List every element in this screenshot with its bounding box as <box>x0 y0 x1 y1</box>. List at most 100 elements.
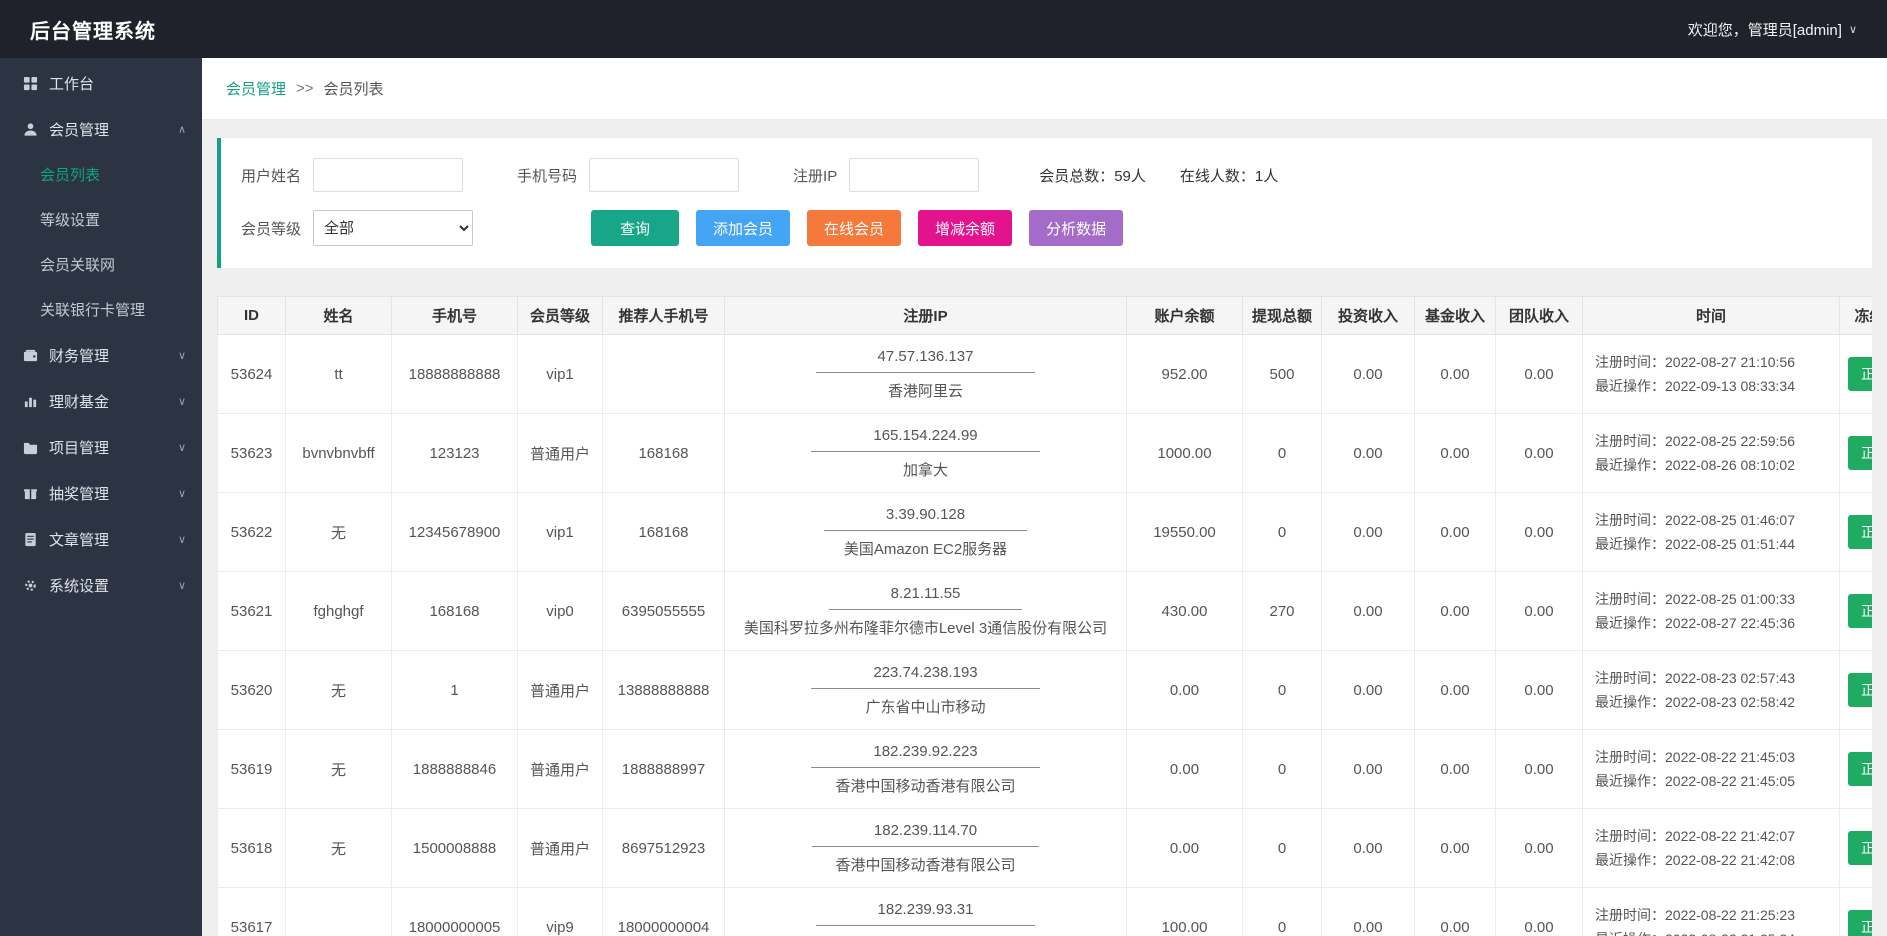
last-operation-time: 最近操作：2022-09-13 08:33:34 <box>1595 374 1831 399</box>
status-button[interactable]: 正常 <box>1848 436 1872 470</box>
ip-input[interactable] <box>849 158 979 192</box>
sidebar-item-label: 抽奖管理 <box>49 483 109 504</box>
name-cell: tt <box>286 335 392 414</box>
name-cell <box>286 888 392 936</box>
referrer-cell: 168168 <box>603 414 725 493</box>
withdraw-total-cell: 270 <box>1243 572 1322 651</box>
sidebar-item-level-settings[interactable]: 等级设置 <box>0 197 202 242</box>
column-header: 注册IP <box>725 297 1127 335</box>
table-row: 53621fghghgf168168vip063950555558.21.11.… <box>218 572 1873 651</box>
id-cell: 53624 <box>218 335 286 414</box>
online-members-button[interactable]: 在线会员 <box>807 210 901 246</box>
sidebar-item-member-management[interactable]: 会员管理∧ <box>0 106 202 152</box>
analyze-data-button[interactable]: 分析数据 <box>1029 210 1123 246</box>
adjust-balance-button[interactable]: 增减余额 <box>918 210 1012 246</box>
balance-cell: 19550.00 <box>1127 493 1243 572</box>
last-operation-time: 最近操作：2022-08-23 02:58:42 <box>1595 690 1831 715</box>
sidebar-item-member-network[interactable]: 会员关联网 <box>0 242 202 287</box>
level-cell: vip9 <box>518 888 603 936</box>
table-header-row: ID姓名手机号会员等级推荐人手机号注册IP账户余额提现总额投资收入基金收入团队收… <box>218 297 1873 335</box>
article-icon <box>22 532 38 547</box>
sidebar-item-member-list[interactable]: 会员列表 <box>0 152 202 197</box>
add-member-button[interactable]: 添加会员 <box>696 210 790 246</box>
level-cell: 普通用户 <box>518 809 603 888</box>
sidebar-item-article-management[interactable]: 文章管理∨ <box>0 516 202 562</box>
column-header: 会员等级 <box>518 297 603 335</box>
table-row: 5361718000000005vip918000000004182.239.9… <box>218 888 1873 936</box>
project-icon <box>22 440 38 455</box>
chevron-down-icon: ∨ <box>1849 23 1857 36</box>
chevron-up-icon: ∧ <box>178 123 186 136</box>
ip-address: 223.74.238.193 <box>811 664 1039 689</box>
status-cell: 正常 <box>1840 809 1873 888</box>
sidebar-item-wealth-funds[interactable]: 理财基金∨ <box>0 378 202 424</box>
app-title: 后台管理系统 <box>30 15 156 44</box>
register-time: 注册时间：2022-08-22 21:25:23 <box>1595 903 1831 928</box>
referrer-cell: 13888888888 <box>603 651 725 730</box>
table-row: 53618无1500008888普通用户8697512923182.239.11… <box>218 809 1873 888</box>
last-operation-time: 最近操作：2022-08-22 21:25:24 <box>1595 927 1831 936</box>
username-input[interactable] <box>313 158 463 192</box>
online-count-stat: 在线人数：1人 <box>1180 165 1278 186</box>
balance-cell: 100.00 <box>1127 888 1243 936</box>
sidebar-item-label: 系统设置 <box>49 575 109 596</box>
time-cell: 注册时间：2022-08-27 21:10:56最近操作：2022-09-13 … <box>1583 335 1840 414</box>
last-operation-time: 最近操作：2022-08-22 21:42:08 <box>1595 848 1831 873</box>
username-filter-group: 用户姓名 <box>241 158 463 192</box>
ip-address: 182.239.93.31 <box>816 901 1036 926</box>
referrer-cell: 8697512923 <box>603 809 725 888</box>
sidebar-item-finance-management[interactable]: 财务管理∨ <box>0 332 202 378</box>
ip-cell: 182.239.114.70香港中国移动香港有限公司 <box>725 809 1127 888</box>
column-header: 投资收入 <box>1322 297 1415 335</box>
column-header: 时间 <box>1583 297 1840 335</box>
team-income-cell: 0.00 <box>1496 809 1583 888</box>
name-cell: 无 <box>286 809 392 888</box>
ip-address: 165.154.224.99 <box>811 427 1039 452</box>
fund-income-cell: 0.00 <box>1415 572 1496 651</box>
search-button[interactable]: 查询 <box>591 210 679 246</box>
lottery-icon <box>22 486 38 501</box>
filter-panel: 用户姓名 手机号码 注册IP 会员总数：59人 在线人数：1人 <box>217 138 1872 268</box>
id-cell: 53618 <box>218 809 286 888</box>
sidebar-item-linked-bank-cards[interactable]: 关联银行卡管理 <box>0 287 202 332</box>
invest-income-cell: 0.00 <box>1322 888 1415 936</box>
table-row: 53622无12345678900vip11681683.39.90.128美国… <box>218 493 1873 572</box>
status-button[interactable]: 正常 <box>1848 515 1872 549</box>
ip-location: 广东省中山市移动 <box>733 696 1118 717</box>
name-cell: bvnvbnvbff <box>286 414 392 493</box>
phone-cell: 12345678900 <box>392 493 518 572</box>
sidebar-item-label: 文章管理 <box>49 529 109 550</box>
withdraw-total-cell: 0 <box>1243 809 1322 888</box>
phone-input[interactable] <box>589 158 739 192</box>
phone-cell: 1500008888 <box>392 809 518 888</box>
register-time: 注册时间：2022-08-25 22:59:56 <box>1595 429 1831 454</box>
user-menu[interactable]: 欢迎您，管理员[admin] ∨ <box>1688 19 1857 40</box>
status-button[interactable]: 正常 <box>1848 673 1872 707</box>
invest-income-cell: 0.00 <box>1322 572 1415 651</box>
sidebar-item-project-management[interactable]: 项目管理∨ <box>0 424 202 470</box>
level-filter-group: 会员等级 全部 <box>241 210 473 246</box>
status-button[interactable]: 正常 <box>1848 594 1872 628</box>
level-select[interactable]: 全部 <box>313 210 473 246</box>
finance-icon <box>22 348 38 363</box>
table-row: 53624tt18888888888vip147.57.136.137香港阿里云… <box>218 335 1873 414</box>
status-button[interactable]: 正常 <box>1848 910 1872 936</box>
id-cell: 53617 <box>218 888 286 936</box>
username-label: 用户姓名 <box>241 165 301 186</box>
sidebar-item-lottery-management[interactable]: 抽奖管理∨ <box>0 470 202 516</box>
status-button[interactable]: 正常 <box>1848 357 1872 391</box>
filter-row-actions: 会员等级 全部 查询添加会员在线会员增减余额分析数据 <box>241 210 1852 246</box>
balance-cell: 0.00 <box>1127 651 1243 730</box>
chevron-down-icon: ∨ <box>178 579 186 592</box>
balance-cell: 0.00 <box>1127 730 1243 809</box>
status-button[interactable]: 正常 <box>1848 831 1872 865</box>
id-cell: 53620 <box>218 651 286 730</box>
column-header: 冻结 <box>1840 297 1873 335</box>
workbench-icon <box>22 76 38 91</box>
sidebar-item-system-settings[interactable]: 系统设置 ∨ <box>0 562 202 608</box>
breadcrumb-parent[interactable]: 会员管理 <box>226 78 286 99</box>
table-row: 53619无1888888846普通用户1888888997182.239.92… <box>218 730 1873 809</box>
ip-location: 加拿大 <box>733 459 1118 480</box>
status-button[interactable]: 正常 <box>1848 752 1872 786</box>
sidebar-item-workbench[interactable]: 工作台 <box>0 60 202 106</box>
